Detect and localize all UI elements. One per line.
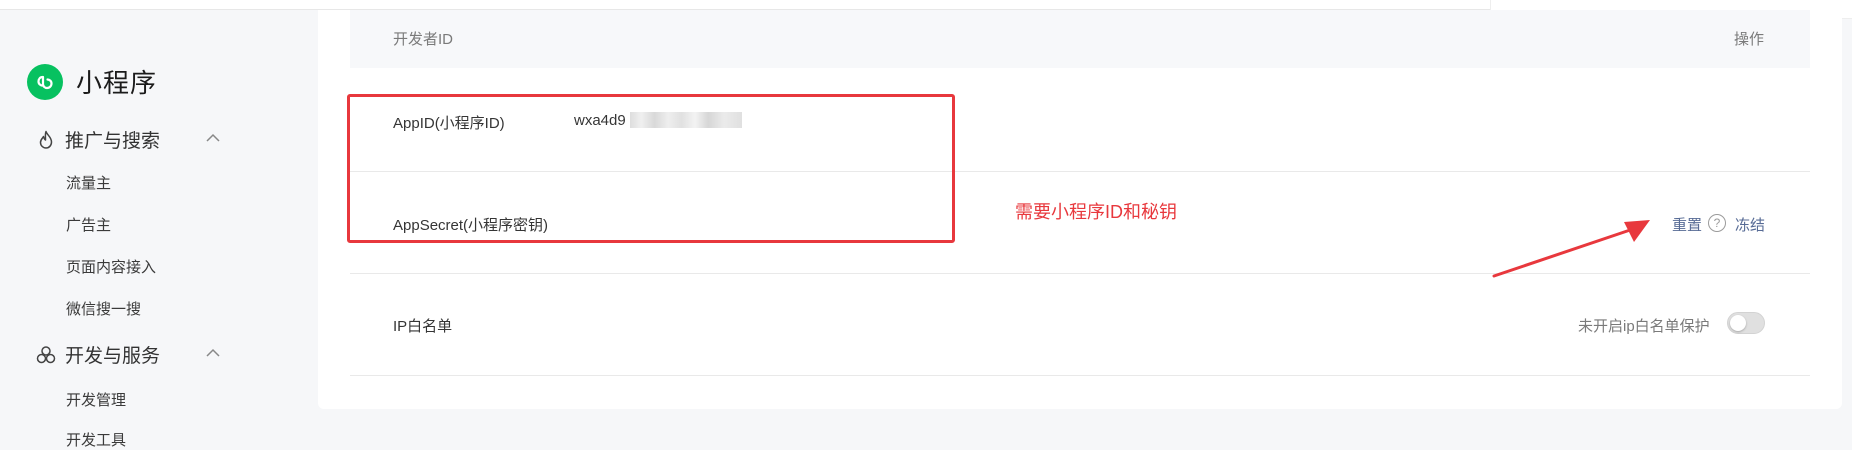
sidebar-item-wechat-search[interactable]: 微信搜一搜: [66, 298, 141, 319]
annotation-highlight-box: [347, 94, 955, 243]
column-header-actions: 操作: [1734, 31, 1765, 48]
ip-whitelist-label: IP白名单: [393, 318, 453, 335]
toggle-knob: [1730, 315, 1746, 331]
freeze-secret-link[interactable]: 冻结: [1735, 214, 1765, 235]
sidebar-item-dev-management[interactable]: 开发管理: [66, 389, 126, 410]
annotation-note: 需要小程序ID和秘钥: [1015, 202, 1177, 222]
sidebar-item-dev-tools[interactable]: 开发工具: [66, 429, 126, 450]
mini-program-logo-icon: [27, 63, 63, 100]
sidebar-section-promotion[interactable]: 推广与搜索: [35, 126, 225, 153]
chevron-up-icon[interactable]: [205, 345, 221, 363]
sidebar-item-traffic-owner[interactable]: 流量主: [66, 172, 111, 193]
cluster-icon: [35, 344, 57, 366]
table-header: [350, 10, 1810, 68]
sidebar-section-develop[interactable]: 开发与服务: [35, 341, 225, 368]
reset-secret-link[interactable]: 重置: [1672, 214, 1702, 235]
sidebar-item-advertiser[interactable]: 广告主: [66, 214, 111, 235]
brand[interactable]: 小程序: [27, 63, 157, 100]
flame-icon: [35, 129, 57, 151]
annotation-arrow-icon: [1480, 212, 1660, 289]
sidebar-section-label: 推广与搜索: [65, 131, 161, 152]
chevron-up-icon[interactable]: [205, 130, 221, 148]
ip-whitelist-toggle[interactable]: [1727, 312, 1765, 334]
help-icon[interactable]: ?: [1708, 214, 1726, 232]
ip-whitelist-status: 未开启ip白名单保护: [1578, 318, 1710, 335]
row-divider: [350, 375, 1810, 376]
sidebar-section-label: 开发与服务: [65, 346, 161, 367]
brand-name: 小程序: [76, 68, 158, 98]
column-header-developer-id: 开发者ID: [393, 31, 454, 48]
sidebar-item-page-content[interactable]: 页面内容接入: [66, 256, 156, 277]
